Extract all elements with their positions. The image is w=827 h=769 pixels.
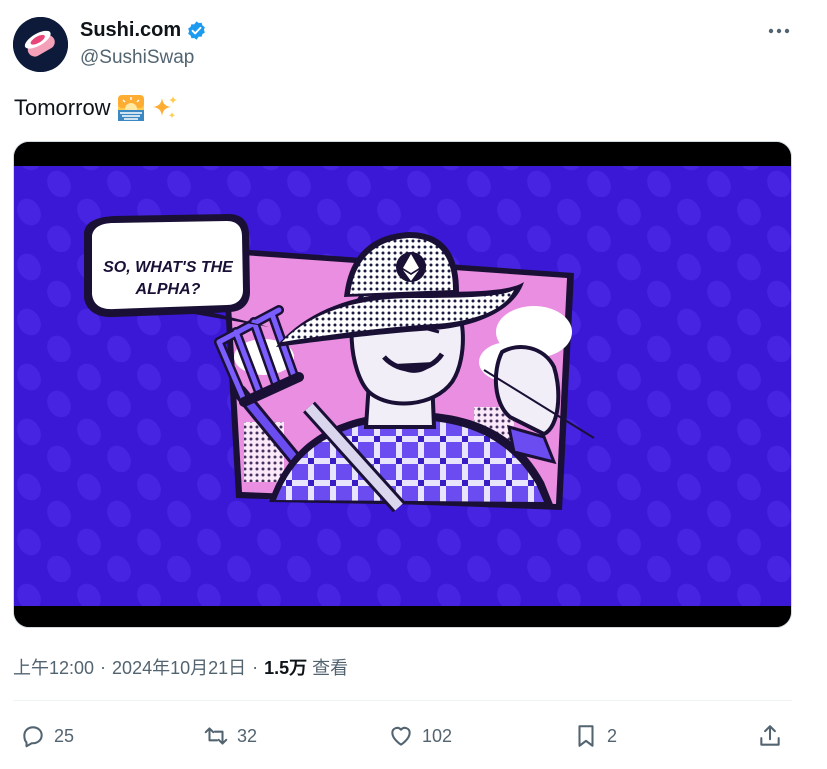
reply-button[interactable]: 25 bbox=[20, 716, 74, 756]
reply-icon bbox=[23, 726, 43, 748]
bookmark-count: 2 bbox=[607, 725, 618, 746]
views-count: 1.5万 bbox=[264, 658, 308, 678]
share-button[interactable] bbox=[757, 716, 783, 756]
bookmark-button[interactable]: 2 bbox=[573, 716, 617, 756]
reply-count: 25 bbox=[54, 725, 75, 746]
views-label: 查看 bbox=[312, 658, 349, 678]
author-display-name-row[interactable]: Sushi.com bbox=[80, 19, 207, 42]
avatar[interactable] bbox=[13, 17, 68, 72]
tweet-text: Tomorrow bbox=[14, 94, 179, 122]
tweet-date[interactable]: 2024年10月21日 bbox=[112, 654, 246, 680]
tweet-meta: 上午12:00 · 2024年10月21日 · 1.5万 查看 bbox=[13, 654, 348, 680]
separator-dot: · bbox=[252, 656, 259, 677]
heart-icon bbox=[391, 726, 411, 746]
divider bbox=[13, 700, 792, 701]
bookmark-icon bbox=[578, 725, 594, 747]
sushi-roll-logo-icon bbox=[13, 17, 68, 72]
tweet-time[interactable]: 上午12:00 bbox=[13, 654, 94, 680]
sparkles-emoji bbox=[152, 96, 177, 119]
retweet-icon bbox=[204, 727, 228, 745]
retweet-button[interactable]: 32 bbox=[203, 716, 257, 756]
sunrise-over-sea-emoji bbox=[117, 95, 144, 121]
tweet-media-video[interactable]: SO, WHAT'S THE ALPHA? bbox=[13, 141, 792, 628]
verified-badge-icon bbox=[188, 21, 205, 40]
like-count: 102 bbox=[422, 725, 453, 746]
media-illustration: SO, WHAT'S THE ALPHA? bbox=[14, 142, 791, 627]
tweet-text-content: Tomorrow bbox=[14, 95, 111, 120]
separator-dot: · bbox=[100, 656, 107, 677]
retweet-count: 32 bbox=[237, 725, 258, 746]
like-button[interactable]: 102 bbox=[388, 716, 452, 756]
share-icon bbox=[760, 725, 780, 746]
more-dots-icon bbox=[768, 28, 790, 34]
action-bar: 25 32 102 2 bbox=[0, 716, 827, 756]
more-options-button[interactable] bbox=[766, 20, 792, 42]
author-handle[interactable]: @SushiSwap bbox=[80, 47, 194, 69]
speech-bubble-line2: ALPHA? bbox=[135, 281, 201, 298]
author-display-name[interactable]: Sushi.com bbox=[80, 19, 181, 42]
speech-bubble-line1: SO, WHAT'S THE bbox=[103, 259, 234, 276]
